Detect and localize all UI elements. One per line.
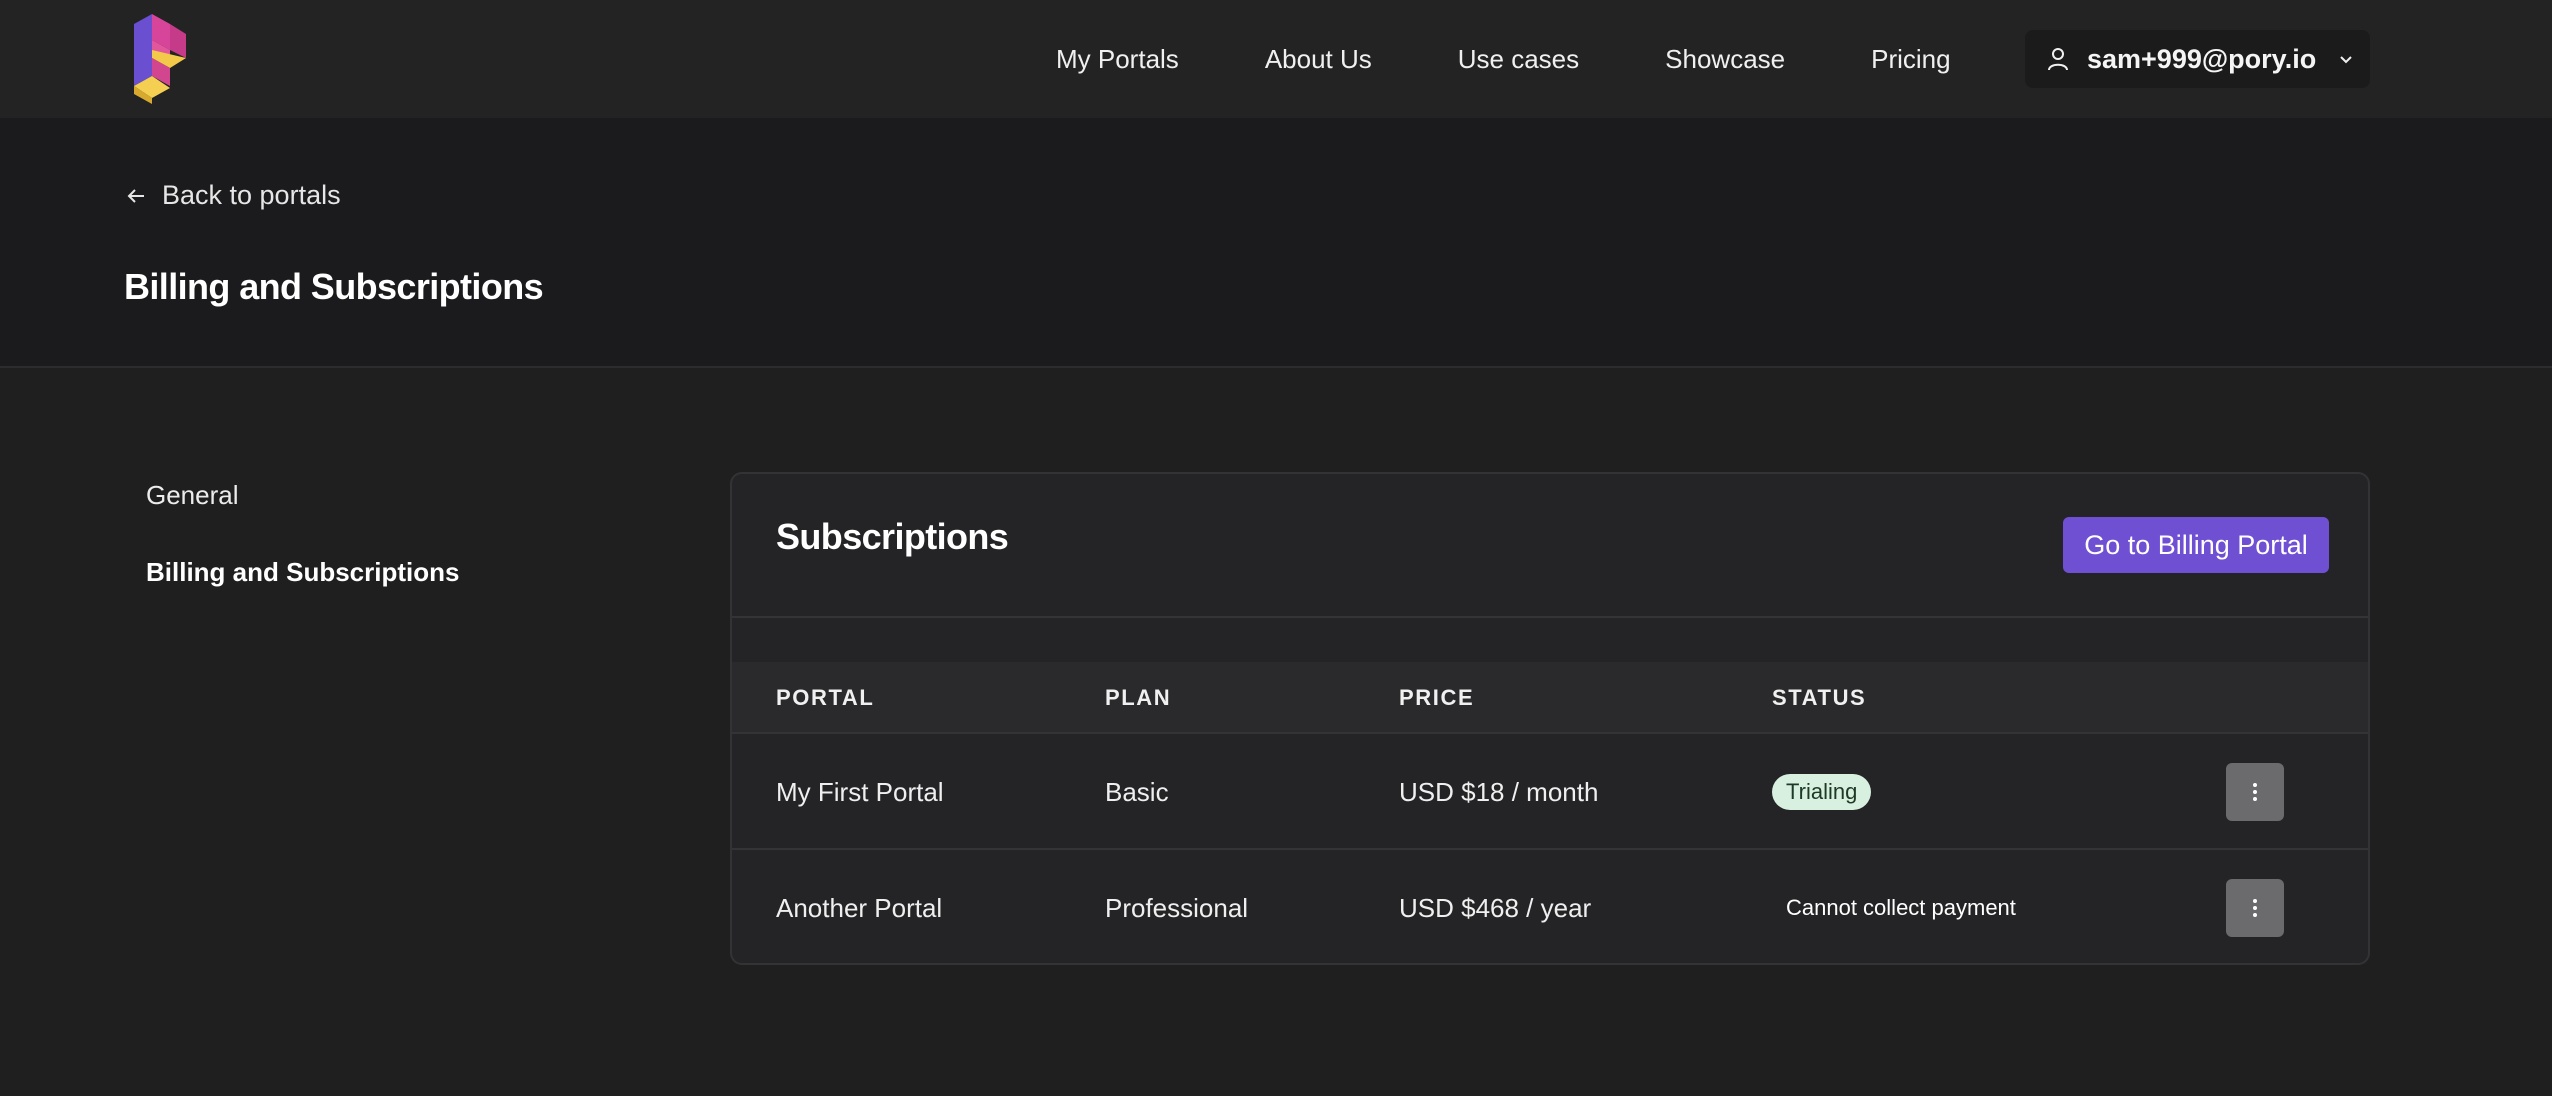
plan-name: Professional	[1105, 893, 1249, 923]
main-nav: My Portals About Us Use cases Showcase P…	[1056, 0, 1951, 118]
back-to-portals-link[interactable]: Back to portals	[124, 180, 341, 211]
user-email: sam+999@pory.io	[2087, 43, 2317, 74]
table-header: PORTAL PLAN PRICE STATUS	[732, 662, 2368, 734]
column-header-plan: PLAN	[1105, 685, 1172, 710]
column-header-price: PRICE	[1399, 685, 1475, 710]
plan-name: Basic	[1105, 777, 1169, 807]
nav-link-my-portals[interactable]: My Portals	[1056, 44, 1179, 75]
nav-link-about-us[interactable]: About Us	[1265, 44, 1372, 75]
table-row: My First Portal Basic USD $18 / month Tr…	[732, 734, 2368, 850]
chevron-down-icon	[2340, 56, 2352, 64]
more-vertical-icon	[2253, 783, 2257, 801]
status-badge: Trialing	[1772, 774, 1872, 810]
status-badge: Cannot collect payment	[1786, 895, 2016, 920]
pory-logo-icon[interactable]	[124, 12, 188, 106]
column-header-portal: PORTAL	[776, 685, 875, 710]
nav-link-showcase[interactable]: Showcase	[1665, 44, 1785, 75]
row-actions-button[interactable]	[2226, 763, 2284, 821]
price: USD $18 / month	[1399, 777, 1599, 807]
column-header-status: STATUS	[1772, 685, 1867, 710]
divider	[732, 616, 2368, 618]
user-icon	[2048, 48, 2068, 71]
sidebar-item-general[interactable]: General	[146, 480, 459, 511]
nav-link-pricing[interactable]: Pricing	[1871, 44, 1950, 75]
more-vertical-icon	[2253, 899, 2257, 917]
user-menu-button[interactable]: sam+999@pory.io	[2025, 30, 2370, 88]
settings-sidebar: General Billing and Subscriptions	[146, 480, 459, 634]
price: USD $468 / year	[1399, 893, 1592, 923]
sidebar-item-billing[interactable]: Billing and Subscriptions	[146, 557, 459, 588]
top-navbar: My Portals About Us Use cases Showcase P…	[0, 0, 2552, 118]
table-row: Another Portal Professional USD $468 / y…	[732, 850, 2368, 963]
page-header: Back to portals Billing and Subscription…	[0, 118, 2552, 368]
portal-name: Another Portal	[776, 893, 943, 923]
row-actions-button[interactable]	[2226, 879, 2284, 937]
nav-link-use-cases[interactable]: Use cases	[1458, 44, 1579, 75]
card-title: Subscriptions	[776, 516, 1009, 557]
go-to-billing-portal-button[interactable]: Go to Billing Portal	[2063, 517, 2329, 573]
page-title: Billing and Subscriptions	[124, 266, 544, 307]
portal-name: My First Portal	[776, 777, 944, 807]
arrow-left-icon	[127, 188, 144, 203]
back-link-label: Back to portals	[162, 180, 341, 210]
subscriptions-card: Subscriptions Go to Billing Portal PORTA…	[730, 472, 2370, 965]
